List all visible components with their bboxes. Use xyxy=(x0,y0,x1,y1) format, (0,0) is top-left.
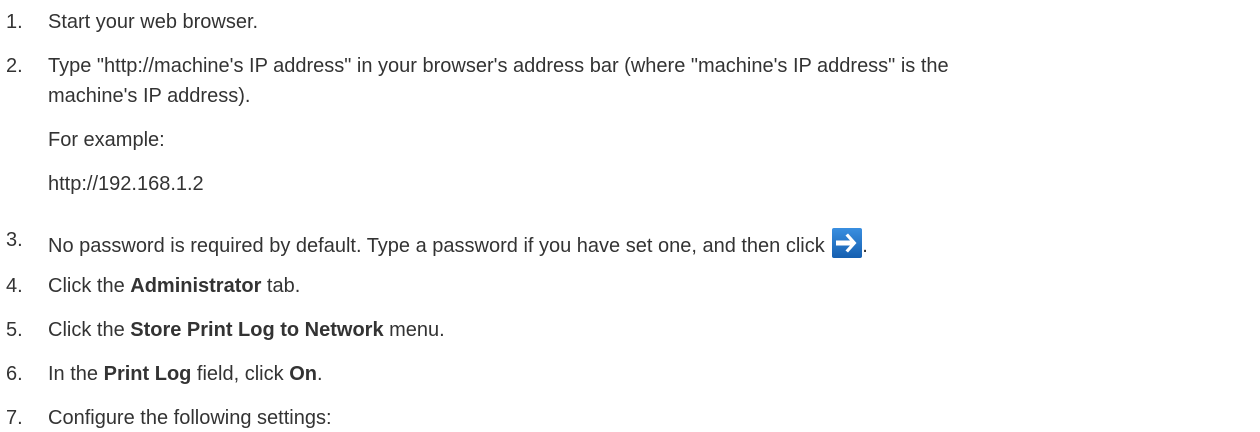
example-url: http://192.168.1.2 xyxy=(48,173,204,195)
step-2-continued: machine's IP address). xyxy=(48,85,251,107)
print-log-field-name: Print Log xyxy=(103,363,192,385)
step-text: Configure the following settings: xyxy=(48,407,332,429)
step-number: 4. xyxy=(6,275,23,297)
step-text-end: . xyxy=(862,235,868,257)
step-number: 1. xyxy=(6,11,23,33)
on-option-name: On xyxy=(289,363,317,385)
step-text: Type "http://machine's IP address" in yo… xyxy=(48,55,949,77)
example-label: For example: xyxy=(48,129,165,151)
store-print-log-menu-name: Store Print Log to Network xyxy=(130,319,384,341)
step-text: Start your web browser. xyxy=(48,11,259,33)
step-number: 2. xyxy=(6,55,23,77)
step-number: 7. xyxy=(6,407,23,429)
step-number: 3. xyxy=(6,229,23,251)
arrow-right-icon xyxy=(832,228,863,258)
step-text: No password is required by default. Type… xyxy=(48,235,831,257)
administrator-tab-name: Administrator xyxy=(130,275,262,297)
step-number: 6. xyxy=(6,363,23,385)
step-number: 5. xyxy=(6,319,23,341)
